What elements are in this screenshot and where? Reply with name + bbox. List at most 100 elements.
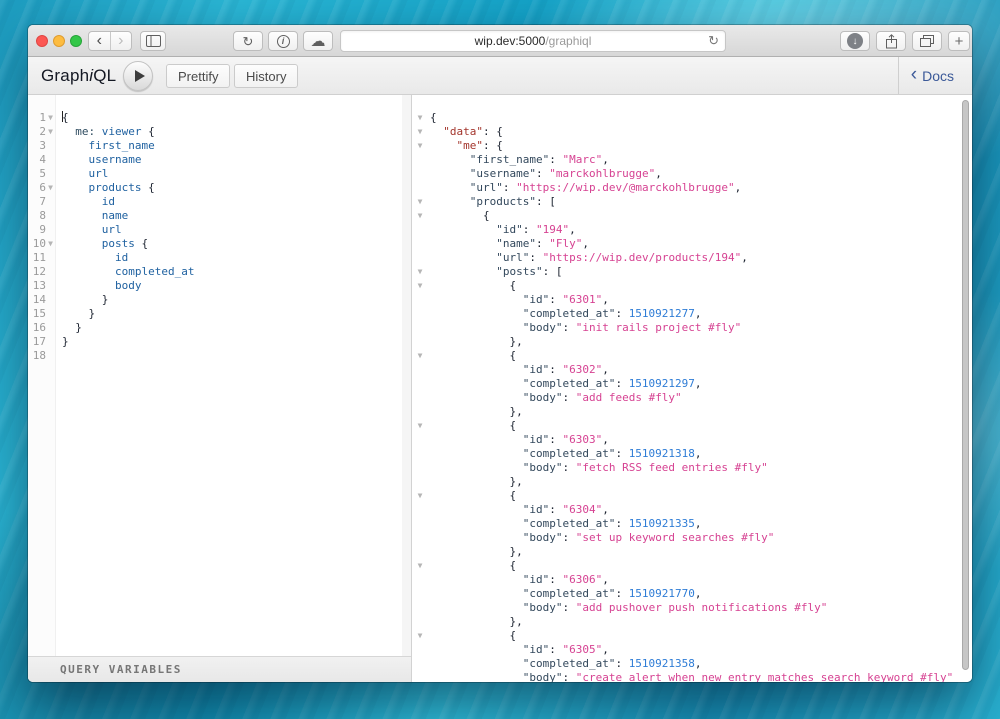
address-bar[interactable]: wip.dev:5000/graphiql ↻ — [340, 30, 726, 52]
code-line: "first_name": "Marc", — [469, 153, 609, 166]
execute-button[interactable] — [123, 61, 153, 91]
fold-arrow-icon: ▼ — [48, 239, 53, 248]
code-line: "completed_at": 1510921318, — [522, 447, 702, 460]
code-line: { — [509, 419, 517, 432]
result-pane[interactable]: ▼▼▼▼▼▼▼▼▼▼▼▼▼▼▼▼▼▼▼▼▼▼▼▼▼▼▼▼▼▼▼▼▼▼▼▼▼▼▼▼… — [413, 95, 972, 682]
back-button[interactable]: ‹ — [89, 32, 111, 50]
share-button[interactable] — [876, 31, 906, 51]
gutter-row: ▼ — [413, 587, 427, 601]
gutter-row: ▼ — [413, 573, 427, 587]
history-button[interactable]: History — [234, 64, 299, 88]
gutter-row: ▼ — [413, 559, 427, 573]
fold-arrow-icon: ▼ — [48, 113, 53, 122]
code-line: } — [88, 307, 96, 320]
docs-label: Docs — [922, 67, 954, 84]
gutter-row: 7▼ — [39, 195, 46, 208]
fold-arrow-icon: ▼ — [48, 127, 53, 136]
query-code[interactable]: { me: viewer { first_name username url p… — [57, 95, 411, 656]
gutter-row: ▼ — [413, 419, 427, 433]
chevron-left-icon: ‹ — [910, 64, 918, 85]
gutter-row: ▼ — [413, 643, 427, 657]
gutter-row: ▼ — [413, 503, 427, 517]
code-line: }, — [509, 615, 523, 628]
gutter-row: ▼ — [413, 279, 427, 293]
minimize-button[interactable] — [53, 35, 65, 47]
fold-arrow-icon: ▼ — [417, 421, 423, 430]
fold-arrow-icon: ▼ — [417, 491, 423, 500]
code-line: "id": "6305", — [522, 643, 609, 656]
code-line: completed_at — [114, 265, 195, 278]
sidebar-toggle-button[interactable] — [140, 31, 166, 51]
gutter-row: 3▼ — [39, 139, 46, 152]
code-line: "products": [ — [469, 195, 556, 208]
gutter-row: ▼ — [413, 111, 427, 125]
gutter-row: ▼ — [413, 265, 427, 279]
gutter-row: ▼ — [413, 405, 427, 419]
code-line: first_name — [88, 139, 155, 152]
tab-overview-button[interactable] — [912, 31, 942, 51]
fold-arrow-icon: ▼ — [417, 197, 423, 206]
gutter-row: 11▼ — [32, 251, 46, 264]
url-host: wip.dev:5000 — [474, 34, 546, 48]
gutter-row: ▼ — [413, 545, 427, 559]
code-line: } — [101, 293, 109, 306]
code-line: id — [114, 251, 129, 264]
code-line: }, — [509, 335, 523, 348]
code-line: "completed_at": 1510921358, — [522, 657, 702, 670]
gutter-row: 17▼ — [32, 335, 46, 348]
downloads-button[interactable]: ↓ — [840, 31, 870, 51]
gutter-row: 13▼ — [32, 279, 46, 292]
gutter-row: ▼ — [413, 153, 427, 167]
gutter-row: ▼ — [413, 629, 427, 643]
fold-arrow-icon: ▼ — [417, 113, 423, 122]
code-line: "body": "fetch RSS feed entries #fly" — [522, 461, 768, 474]
extension-button-1[interactable]: ↻ — [233, 31, 263, 51]
code-line: "id": "6301", — [522, 293, 609, 306]
code-line: }, — [509, 475, 523, 488]
fold-arrow-icon: ▼ — [417, 561, 423, 570]
fold-arrow-icon: ▼ — [417, 631, 423, 640]
result-code: { "data": { "me": { "first_name": "Marc"… — [427, 95, 962, 682]
play-icon — [134, 70, 145, 82]
graphiql-toolbar: GraphiQL Prettify History ‹ Docs — [28, 57, 972, 95]
code-line: url — [88, 167, 109, 180]
editors-area: 1▼2▼3▼4▼5▼6▼7▼8▼9▼10▼11▼12▼13▼14▼15▼16▼1… — [28, 95, 972, 682]
docs-toggle[interactable]: ‹ Docs — [897, 57, 972, 94]
forward-button[interactable]: › — [111, 32, 132, 50]
zoom-button[interactable] — [70, 35, 82, 47]
fold-arrow-icon: ▼ — [417, 211, 423, 220]
gutter-row: ▼ — [413, 377, 427, 391]
pane-divider[interactable] — [402, 95, 411, 656]
gutter-row: 18▼ — [32, 349, 46, 362]
query-editor-pane[interactable]: 1▼2▼3▼4▼5▼6▼7▼8▼9▼10▼11▼12▼13▼14▼15▼16▼1… — [28, 95, 412, 682]
gutter-row: ▼ — [413, 391, 427, 405]
scrollbar[interactable] — [962, 100, 969, 670]
query-variables-bar[interactable]: QUERY VARIABLES — [28, 656, 411, 682]
code-line: { — [430, 111, 437, 124]
download-icon: ↓ — [847, 33, 863, 49]
gutter-row: ▼ — [413, 181, 427, 195]
prettify-button[interactable]: Prettify — [166, 64, 231, 88]
reload-icon[interactable]: ↻ — [708, 33, 719, 49]
code-line: { — [509, 279, 517, 292]
gutter-row: ▼ — [413, 167, 427, 181]
fold-arrow-icon: ▼ — [417, 351, 423, 360]
circular-arrows-icon: ↻ — [242, 33, 254, 49]
code-line: "completed_at": 1510921277, — [522, 307, 702, 320]
code-line: "completed_at": 1510921335, — [522, 517, 702, 530]
code-line: "data": { — [443, 125, 503, 138]
code-line: "me": { — [456, 139, 503, 152]
gutter-row: ▼ — [413, 433, 427, 447]
gutter-row: ▼ — [413, 251, 427, 265]
gutter-row: 14▼ — [32, 293, 46, 306]
extension-button-2[interactable]: i — [268, 31, 298, 51]
new-tab-button[interactable]: + — [948, 31, 970, 51]
close-button[interactable] — [36, 35, 48, 47]
code-line: "name": "Fly", — [496, 237, 589, 250]
code-line: } — [62, 335, 69, 348]
gutter-row: ▼ — [413, 195, 427, 209]
gutter-row: 2 ▼ — [28, 125, 55, 139]
code-line: { — [482, 209, 490, 222]
extension-button-3[interactable]: ☁ — [303, 31, 333, 51]
gutter-row: ▼ — [413, 447, 427, 461]
